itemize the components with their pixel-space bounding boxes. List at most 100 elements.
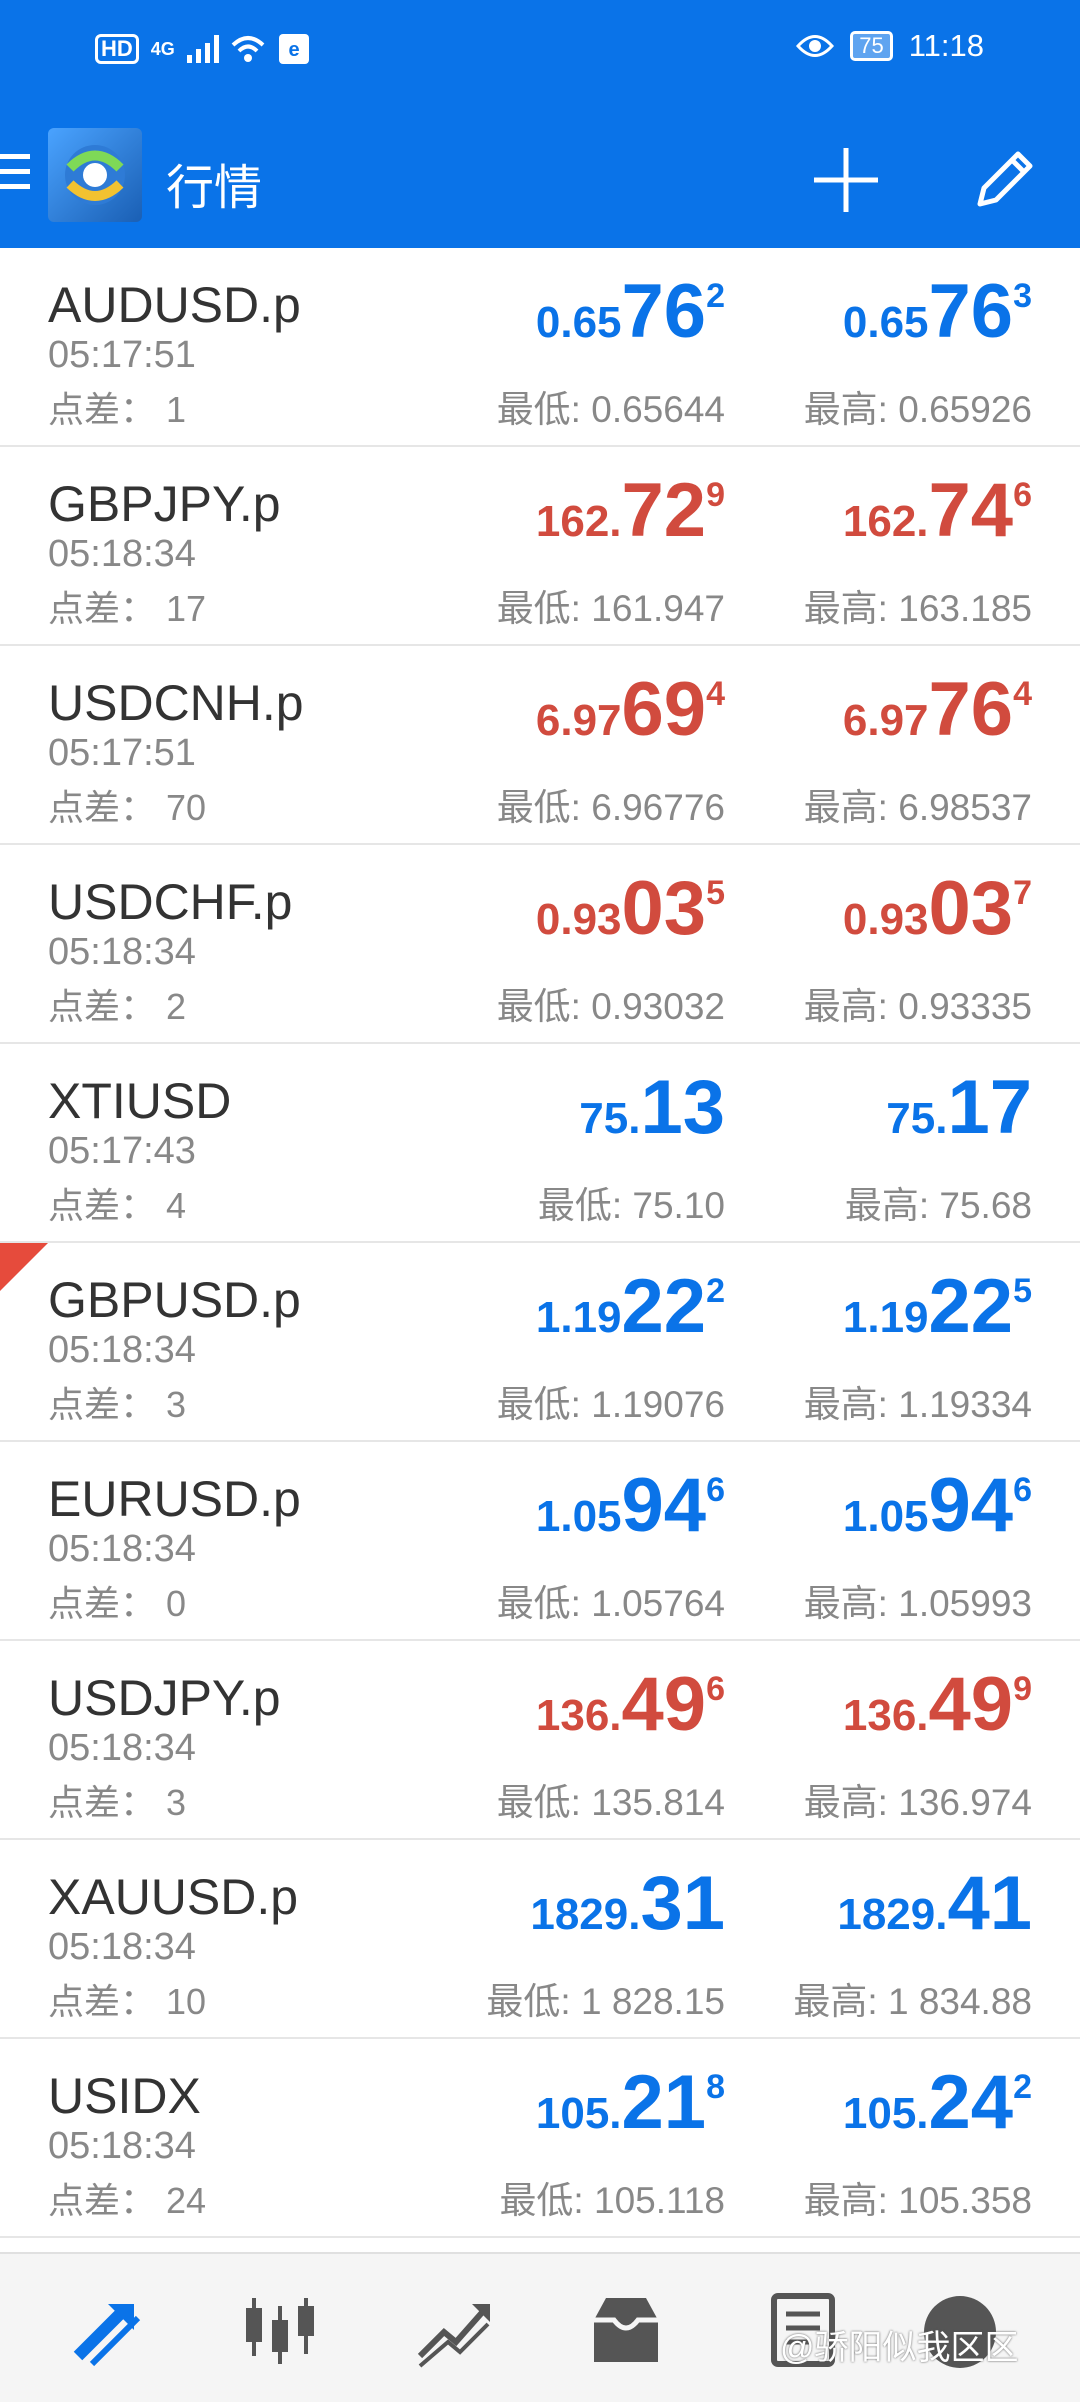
bid-price: 1.05946 (535, 1463, 725, 1548)
ask-price: 1.19225 (842, 1264, 1032, 1349)
spread: 点差： 4 (48, 1185, 187, 1226)
spread: 点差： 17 (48, 588, 207, 629)
bid-price: 1829.31 (530, 1861, 725, 1946)
svg-text:e: e (288, 39, 299, 61)
ask-price: 6.97764 (842, 667, 1032, 752)
trade-icon[interactable] (414, 2290, 494, 2370)
ask-price: 1829.41 (837, 1861, 1032, 1946)
symbol-name: USDJPY.p (48, 1670, 281, 1726)
hd-indicator: HD (95, 34, 139, 64)
high-price: 最高: 105.358 (803, 2180, 1032, 2221)
quote-time: 05:18:34 (48, 2125, 196, 2167)
symbol-name: GBPUSD.p (48, 1272, 301, 1328)
spread: 点差： 10 (48, 1981, 207, 2022)
status-bar: HD 4G e 75 11:18 (0, 0, 1080, 106)
symbol-name: USDCHF.p (48, 874, 293, 930)
list-item[interactable]: USDCHF.p 05:18:34 点差： 2 0.93035 0.93037 … (0, 845, 1080, 1044)
add-symbol-button[interactable] (808, 142, 884, 218)
app-logo (48, 128, 142, 222)
symbol-name: AUDUSD.p (48, 277, 301, 333)
menu-icon[interactable] (0, 154, 30, 199)
quote-time: 05:18:34 (48, 1926, 196, 1968)
list-item[interactable]: EURUSD.p 05:18:34 点差： 0 1.05946 1.05946 … (0, 1442, 1080, 1641)
bid-price: 136.496 (535, 1662, 725, 1747)
spread: 点差： 0 (48, 1583, 187, 1624)
high-price: 最高: 1.19334 (803, 1384, 1032, 1425)
clock: 11:18 (908, 28, 984, 63)
low-price: 最低: 1.19076 (496, 1384, 725, 1425)
low-price: 最低: 0.93032 (496, 986, 725, 1027)
low-price: 最低: 1.05764 (496, 1583, 725, 1624)
list-item[interactable]: USIDX 05:18:34 点差： 24 105.218 105.242 最低… (0, 2039, 1080, 2238)
network-indicator: 4G (150, 39, 175, 59)
low-price: 最低: 105.118 (499, 2180, 725, 2221)
high-price: 最高: 6.98537 (803, 787, 1032, 828)
high-price: 最高: 163.185 (803, 588, 1032, 629)
bid-price: 75.13 (579, 1065, 725, 1150)
quote-time: 05:17:43 (48, 1130, 196, 1172)
bid-price: 162.729 (535, 468, 725, 553)
high-price: 最高: 0.65926 (803, 389, 1032, 430)
list-item[interactable]: GBPUSD.p 05:18:34 点差： 3 1.19222 1.19225 … (0, 1243, 1080, 1442)
low-price: 最低: 75.10 (537, 1185, 725, 1226)
list-item[interactable]: AUDUSD.p 05:17:51 点差： 1 0.65762 0.65763 … (0, 248, 1080, 447)
symbol-name: XAUUSD.p (48, 1869, 299, 1925)
signal-icon (186, 35, 219, 63)
quotes-list: AUDUSD.p 05:17:51 点差： 1 0.65762 0.65763 … (0, 248, 1080, 2238)
list-item[interactable]: XTIUSD 05:17:43 点差： 4 75.13 75.17 最低: 75… (0, 1044, 1080, 1243)
bid-price: 0.93035 (535, 866, 725, 951)
wifi-icon (231, 36, 265, 62)
list-item[interactable]: USDJPY.p 05:18:34 点差： 3 136.496 136.499 … (0, 1641, 1080, 1840)
ask-price: 0.93037 (842, 866, 1032, 951)
battery-indicator: 75 (850, 31, 893, 61)
spread: 点差： 1 (48, 389, 187, 430)
app-notification-icon: e (278, 34, 309, 64)
quotes-icon[interactable] (68, 2290, 148, 2370)
quote-time: 05:18:34 (48, 533, 196, 575)
low-price: 最低: 6.96776 (496, 787, 725, 828)
spread: 点差： 24 (48, 2180, 207, 2221)
quote-time: 05:18:34 (48, 1329, 196, 1371)
symbol-name: EURUSD.p (48, 1471, 301, 1527)
spread: 点差： 2 (48, 986, 187, 1027)
bid-price: 1.19222 (535, 1264, 725, 1349)
watermark: @骄阳似我区区 (780, 2329, 1019, 2367)
spread: 点差： 3 (48, 1384, 187, 1425)
history-icon[interactable] (586, 2290, 666, 2370)
low-price: 最低: 0.65644 (496, 389, 725, 430)
quote-time: 05:17:51 (48, 334, 196, 376)
low-price: 最低: 1 828.15 (486, 1981, 725, 2022)
list-item[interactable]: USDCNH.p 05:17:51 点差： 70 6.97694 6.97764… (0, 646, 1080, 845)
low-price: 最低: 135.814 (496, 1782, 725, 1823)
spread: 点差： 3 (48, 1782, 187, 1823)
low-price: 最低: 161.947 (496, 588, 725, 629)
list-item[interactable]: XAUUSD.p 05:18:34 点差： 10 1829.31 1829.41… (0, 1840, 1080, 2039)
quote-time: 05:18:34 (48, 1528, 196, 1570)
symbol-name: USIDX (48, 2068, 201, 2124)
high-price: 最高: 1.05993 (803, 1583, 1032, 1624)
page-title: 行情 (166, 162, 263, 215)
bid-price: 6.97694 (535, 667, 725, 752)
high-price: 最高: 75.68 (844, 1185, 1032, 1226)
quote-time: 05:18:34 (48, 1727, 196, 1769)
high-price: 最高: 1 834.88 (793, 1981, 1032, 2022)
symbol-name: XTIUSD (48, 1073, 232, 1129)
ask-price: 162.746 (842, 468, 1032, 553)
quote-time: 05:17:51 (48, 732, 196, 774)
bid-price: 105.218 (535, 2060, 725, 2145)
high-price: 最高: 136.974 (803, 1782, 1032, 1823)
list-item[interactable]: GBPJPY.p 05:18:34 点差： 17 162.729 162.746… (0, 447, 1080, 646)
quote-time: 05:18:34 (48, 931, 196, 973)
spread: 点差： 70 (48, 787, 207, 828)
symbol-name: USDCNH.p (48, 675, 304, 731)
bid-price: 0.65762 (535, 269, 725, 354)
ask-price: 136.499 (842, 1662, 1032, 1747)
ask-price: 0.65763 (842, 269, 1032, 354)
app-header: HD 4G e 75 11:18 行情 (0, 0, 1080, 248)
edit-icon[interactable] (966, 142, 1042, 218)
ask-price: 75.17 (886, 1065, 1032, 1150)
eye-icon (796, 35, 835, 57)
chart-icon[interactable] (240, 2290, 320, 2370)
high-price: 最高: 0.93335 (803, 986, 1032, 1027)
symbol-name: GBPJPY.p (48, 476, 281, 532)
